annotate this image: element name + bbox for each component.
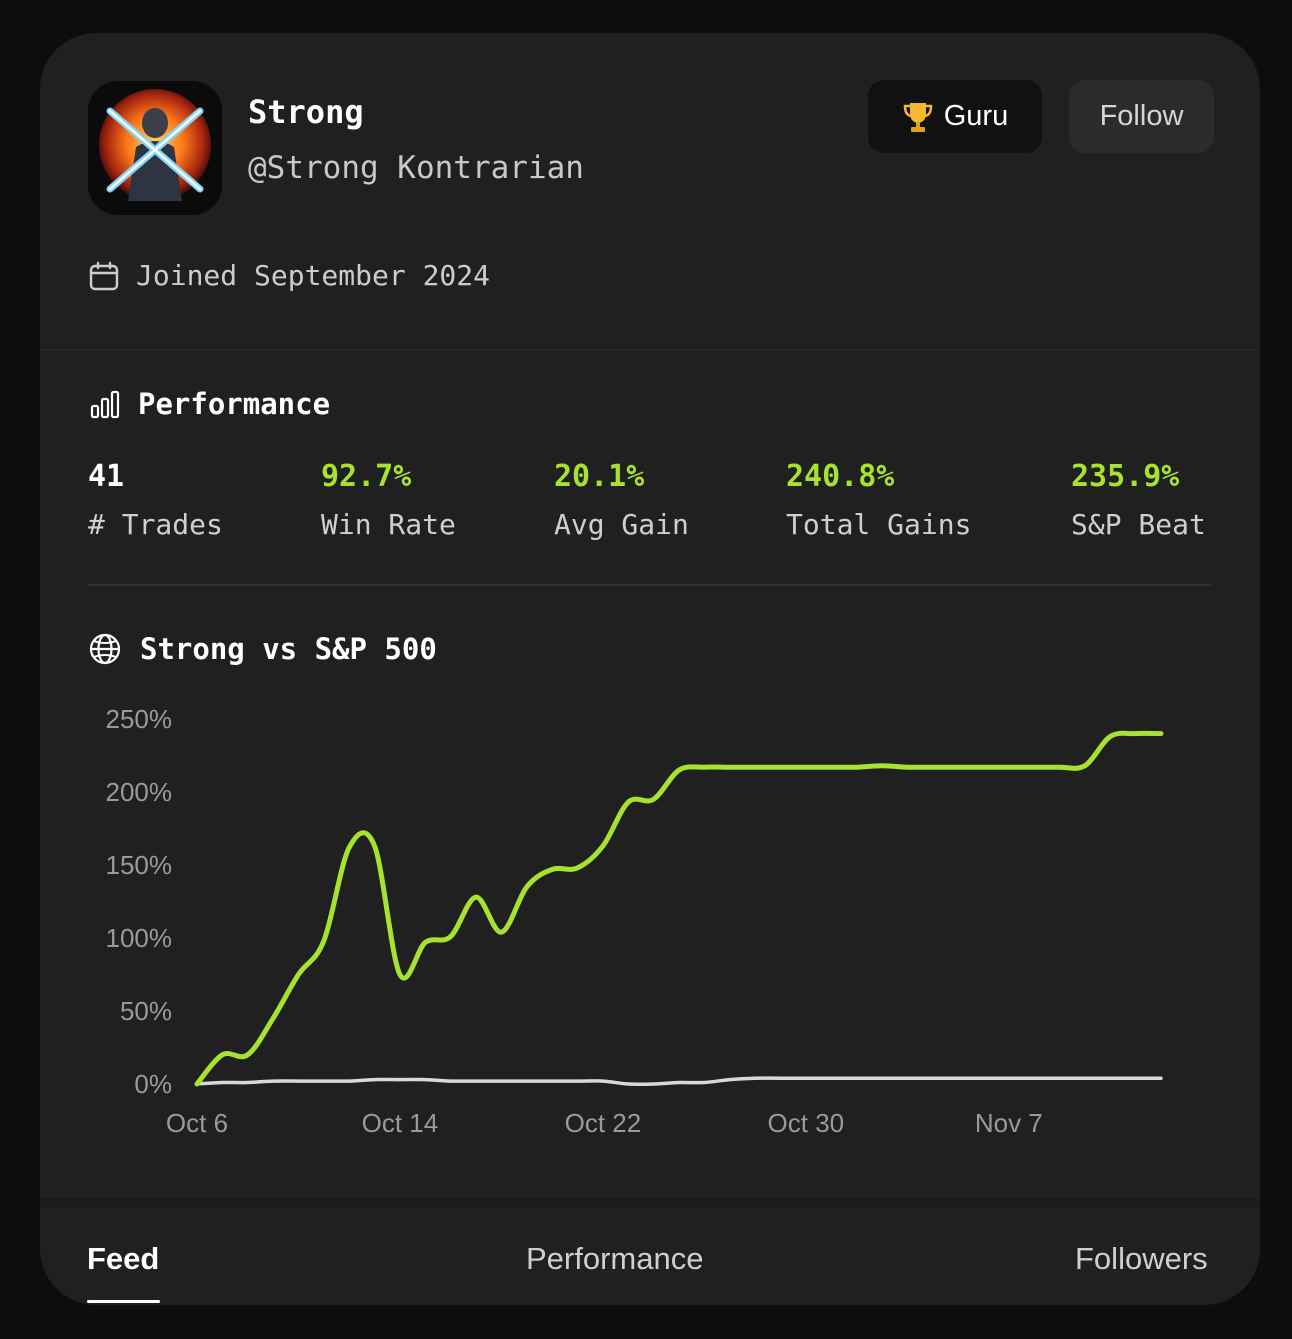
tab-performance[interactable]: Performance <box>526 1241 703 1277</box>
x-tick-label: Oct 6 <box>166 1108 228 1138</box>
y-tick-label: 150% <box>106 850 173 880</box>
active-tab-indicator <box>87 1300 160 1303</box>
y-tick-label: 0% <box>134 1069 172 1099</box>
x-tick-label: Oct 30 <box>768 1108 845 1138</box>
tab-bar-divider <box>40 1198 1260 1208</box>
strong-series-line <box>194 730 1164 1087</box>
y-tick-label: 250% <box>106 704 173 734</box>
y-tick-label: 200% <box>106 777 173 807</box>
sp500-series-line <box>195 1076 1163 1087</box>
performance-chart: 0% 50% 100% 150% 200% 250% Oct 6 Oct 14 Oct 22 Oc… <box>106 704 1164 1138</box>
x-tick-label: Oct 22 <box>565 1108 642 1138</box>
x-tick-label: Oct 14 <box>362 1108 439 1138</box>
profile-card: Strong @Strong Kontrarian Guru Follow Jo… <box>40 33 1260 1305</box>
y-tick-label: 100% <box>106 923 173 953</box>
tab-followers[interactable]: Followers <box>1075 1241 1208 1277</box>
y-tick-label: 50% <box>120 996 172 1026</box>
x-tick-label: Nov 7 <box>975 1108 1043 1138</box>
tab-feed[interactable]: Feed <box>87 1241 159 1277</box>
